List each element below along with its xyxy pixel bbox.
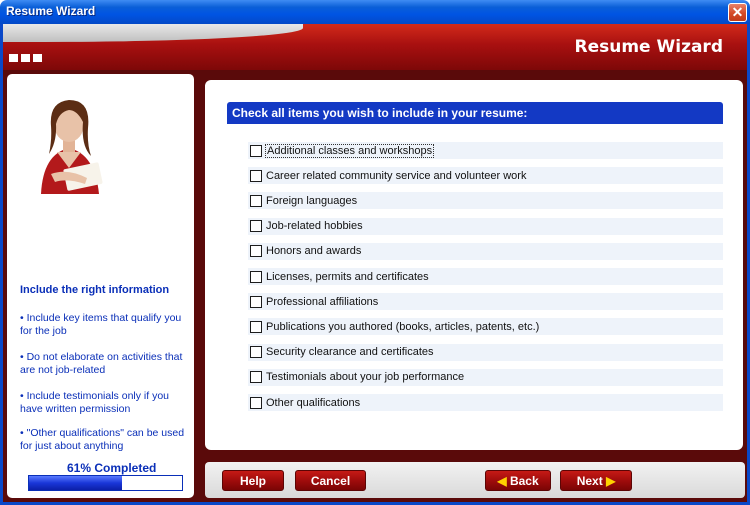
title-bar: Resume Wizard ✕ [0,0,750,24]
checkbox-row[interactable]: Licenses, permits and certificates [248,268,723,285]
tip-item: • Include key items that qualify you for… [20,312,182,337]
progress-label: 61% Completed [67,461,157,475]
checkbox[interactable] [250,194,262,207]
checkbox-row[interactable]: Career related community service and vol… [248,167,723,185]
checkbox[interactable] [250,295,262,308]
checkbox-row[interactable]: Honors and awards [248,242,723,260]
checkbox-label[interactable]: Additional classes and workshops [264,143,435,158]
three-squares-icon [9,52,45,65]
checkbox-label[interactable]: Other qualifications [266,397,360,409]
checkbox-row[interactable]: Publications you authored (books, articl… [248,318,723,336]
checkbox[interactable] [250,220,262,233]
banner-title: Resume Wizard [574,37,723,57]
banner-swoosh [3,24,303,42]
person-photo [21,82,117,194]
checkbox[interactable] [250,371,262,384]
checkbox-label[interactable]: Licenses, permits and certificates [266,271,429,283]
checkbox[interactable] [250,270,262,283]
section-header: Check all items you wish to include in y… [227,102,723,124]
banner: Resume Wizard [3,24,747,70]
progress-bar [28,475,183,491]
checkbox[interactable] [250,169,262,182]
next-arrow-icon: ▶ [606,473,616,488]
checkbox[interactable] [250,245,262,258]
checkbox-label[interactable]: Foreign languages [266,195,357,207]
window-title: Resume Wizard [6,4,96,18]
help-button[interactable]: Help [222,470,284,491]
checkbox-row[interactable]: Professional affiliations [248,293,723,311]
checkbox-label[interactable]: Job-related hobbies [266,220,363,232]
checkbox-label[interactable]: Security clearance and certificates [266,346,434,358]
options-panel: Check all items you wish to include in y… [205,80,743,450]
checkbox-label[interactable]: Professional affiliations [266,296,378,308]
progress-fill [29,476,123,490]
checkbox-row[interactable]: Security clearance and certificates [248,343,723,361]
back-arrow-icon: ◀ [497,473,507,488]
back-button[interactable]: ◀ Back [485,470,551,491]
checkbox-row[interactable]: Job-related hobbies [248,217,723,235]
tips-panel: Include the right information • Include … [7,74,194,498]
tip-item: • Include testimonials only if you have … [20,390,169,415]
checkbox-row[interactable]: Other qualifications [248,394,723,411]
checkbox[interactable] [250,396,262,409]
checkbox[interactable] [250,144,262,157]
close-icon[interactable]: ✕ [728,3,747,22]
checkbox-row[interactable]: Foreign languages [248,192,723,210]
tip-item: • Do not elaborate on activities that ar… [20,351,183,376]
checkbox-row[interactable]: Additional classes and workshops [248,142,723,159]
checkbox-label[interactable]: Honors and awards [266,245,361,257]
checkbox[interactable] [250,346,262,359]
checkbox-row[interactable]: Testimonials about your job performance [248,368,723,386]
button-bar: Help Cancel ◀ Back Next ▶ [205,462,745,498]
cancel-button[interactable]: Cancel [295,470,366,491]
tips-heading: Include the right information [20,284,170,296]
next-button[interactable]: Next ▶ [560,470,632,491]
checkbox[interactable] [250,320,262,333]
checkbox-label[interactable]: Career related community service and vol… [266,170,526,182]
checkbox-label[interactable]: Testimonials about your job performance [266,371,464,383]
tip-item: • "Other qualifications" can be used for… [20,427,185,452]
checkbox-label[interactable]: Publications you authored (books, articl… [266,321,539,333]
